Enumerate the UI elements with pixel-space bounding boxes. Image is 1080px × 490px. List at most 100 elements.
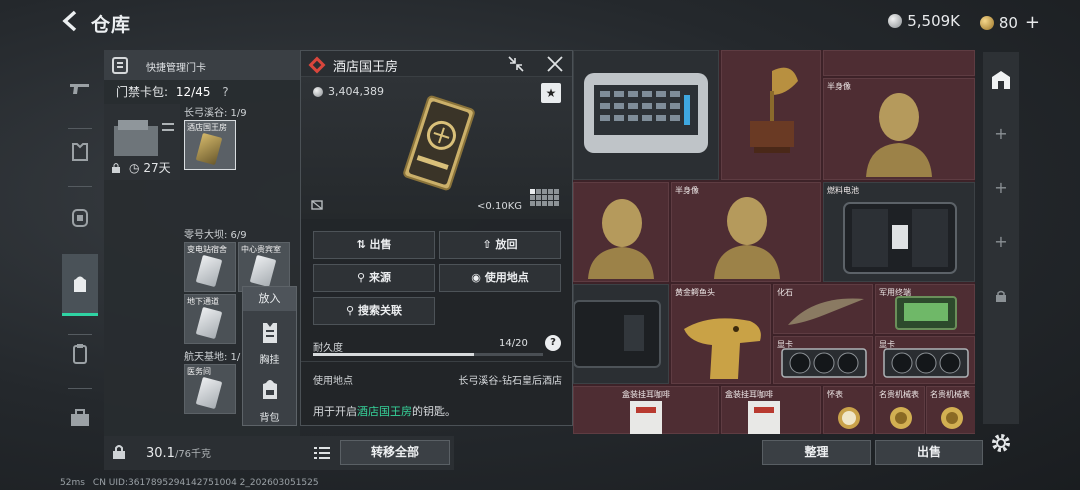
top-bar: 仓库 5,509K 80 + [0,0,1080,44]
put-in-backpack-button[interactable]: 背包 [243,373,296,429]
list-icon[interactable] [312,444,332,462]
stash-sell-button[interactable]: 出售 [875,440,983,465]
nav-armor-icon[interactable] [62,134,98,170]
sell-button[interactable]: ⇅ 出售 [313,231,435,259]
stash-item-server[interactable] [573,50,719,180]
stash-item-luxury-watch[interactable]: 名贵机械表 [926,386,975,434]
favorite-star-icon[interactable]: ★ [541,83,561,103]
add-page-icon[interactable]: + [983,166,1019,210]
item-description: 用于开启酒店国王房的钥匙。 [313,403,456,419]
sell-icon: ⇅ [356,238,366,251]
stash-item-gramophone[interactable] [721,50,821,180]
section-label: 航天基地: 1/ [184,352,241,363]
add-page-icon[interactable]: + [983,112,1019,156]
left-nav [60,50,100,440]
use-location-value: 长弓溪谷-钻石皇后酒店 [458,376,562,387]
close-icon[interactable] [546,55,564,73]
locked-page-icon[interactable] [983,274,1019,318]
keycard-type-icon [311,199,323,211]
carry-weight-current: 30.1 [146,446,175,461]
slot-label: 变电站宿舍 [187,245,227,254]
add-page-icon[interactable]: + [983,220,1019,264]
add-currency-button[interactable]: + [1025,12,1040,33]
nav-case-icon[interactable] [62,400,98,436]
keycard-slot[interactable]: 医务间 [184,364,236,414]
status-bar: 52ms CN UID:3617895294142751004 2_202603… [60,478,319,488]
keycard-slot[interactable]: 变电站宿舍 [184,242,236,292]
upload-icon: ⇧ [482,238,492,251]
nav-helmet-icon[interactable] [62,200,98,236]
nav-weapon-icon[interactable] [62,70,98,106]
stash-item-pocket-watch[interactable]: 怀表 [823,386,873,434]
source-label: 来源 [368,271,391,284]
keycard-slot[interactable]: 酒店国王房 [184,120,236,170]
durability-bar [313,353,543,356]
stash-item-label: 名贵机械表 [879,390,919,399]
stash-item-coffee-box[interactable]: 盒装挂耳咖啡 [573,386,719,434]
keycard-slot[interactable]: 地下通道 [184,294,236,344]
nav-divider [68,388,92,389]
help-icon[interactable]: ? [222,85,228,99]
currency-gold-value: 80 [998,13,1018,32]
item-preview: 3,404,389 ★ <0.10KG [301,77,572,219]
transfer-all-button[interactable]: 转移全部 [340,440,450,465]
nav-backpack-icon[interactable] [62,254,98,316]
stash-item-bust[interactable] [573,182,669,282]
carry-weight: 30.1/76千克 [146,445,211,461]
stash-item-coffee-box[interactable]: 盒装挂耳咖啡 [721,386,821,434]
stash-grid: 半身像 半身像 燃料电池 黄金鳄鱼头 化石 军用终端 显卡 显卡 盒装挂耳咖啡 … [573,50,975,434]
slot-label: 医务间 [187,367,211,376]
nav-pouch-icon[interactable] [62,336,98,372]
gear-icon[interactable] [990,432,1012,454]
item-weight: <0.10KG [477,201,522,212]
stash-item-bust[interactable]: 半身像 [671,182,821,282]
user-id: CN UID:3617895294142751004 2_20260305152… [92,478,319,488]
search-related-label: 搜索关联 [357,304,402,317]
return-label: 放回 [495,238,518,251]
keycard-days-remaining: ◷ 27天 [129,159,171,176]
stash-item-partial[interactable] [823,50,975,76]
sort-button[interactable]: 整理 [762,440,871,465]
stash-item-bust[interactable]: 半身像 [823,78,975,180]
keycard-image [403,95,475,191]
stash-item-gold-croc-head[interactable]: 黄金鳄鱼头 [671,284,771,384]
stash-item-gpu[interactable]: 显卡 [773,336,873,384]
stash-item-luxury-watch[interactable]: 名贵机械表 [875,386,925,434]
durability-value: 14/20 [499,338,528,349]
keycard-slot[interactable]: 中心贵宾室 [238,242,290,292]
stash-item-fuel-cell[interactable]: 燃料电池 [823,182,975,282]
rarity-diamond-icon [307,55,327,75]
search-related-button[interactable]: ⚲ 搜索关联 [313,297,435,325]
put-in-chest-rig-button[interactable]: 胸挂 [243,315,296,371]
currency-silver: 5,509K [888,12,960,30]
stash-item-label: 黄金鳄鱼头 [675,288,715,297]
item-price: 3,404,389 [313,85,384,98]
search-icon: ⚲ [346,304,355,317]
grid-size-icon [530,189,562,211]
keycard-holder-icon [112,56,128,74]
description-highlight: 酒店国王房 [357,405,412,418]
back-arrow-icon[interactable] [58,8,84,34]
collapse-icon[interactable] [507,55,525,73]
stash-item-military-terminal[interactable]: 军用终端 [875,284,975,334]
stash-home-icon[interactable] [983,58,1019,102]
description-prefix: 用于开启 [313,405,357,418]
stash-item-gpu[interactable]: 显卡 [875,336,975,384]
return-button[interactable]: ⇧ 放回 [439,231,561,259]
stash-item-fossil[interactable]: 化石 [773,284,873,334]
put-in-menu: 放入 胸挂 背包 [242,286,297,426]
source-button[interactable]: ⚲ 来源 [313,264,435,292]
use-location-button[interactable]: ◉ 使用地点 [439,264,561,292]
carry-weight-total: /76千克 [174,449,212,460]
item-price-value: 3,404,389 [328,85,384,98]
item-name: 酒店国王房 [333,60,399,75]
silver-coin-icon [888,14,903,28]
page-title: 仓库 [91,14,132,36]
currency-silver-value: 5,509K [907,12,960,30]
stash-item-case[interactable] [573,284,669,384]
help-icon[interactable]: ? [545,335,561,351]
currency-gold[interactable]: 80 + [979,12,1040,33]
keycard-bag-count: 12/45 [175,85,211,99]
keycard-icon [195,132,223,166]
slot-label: 中心贵宾室 [241,245,281,254]
